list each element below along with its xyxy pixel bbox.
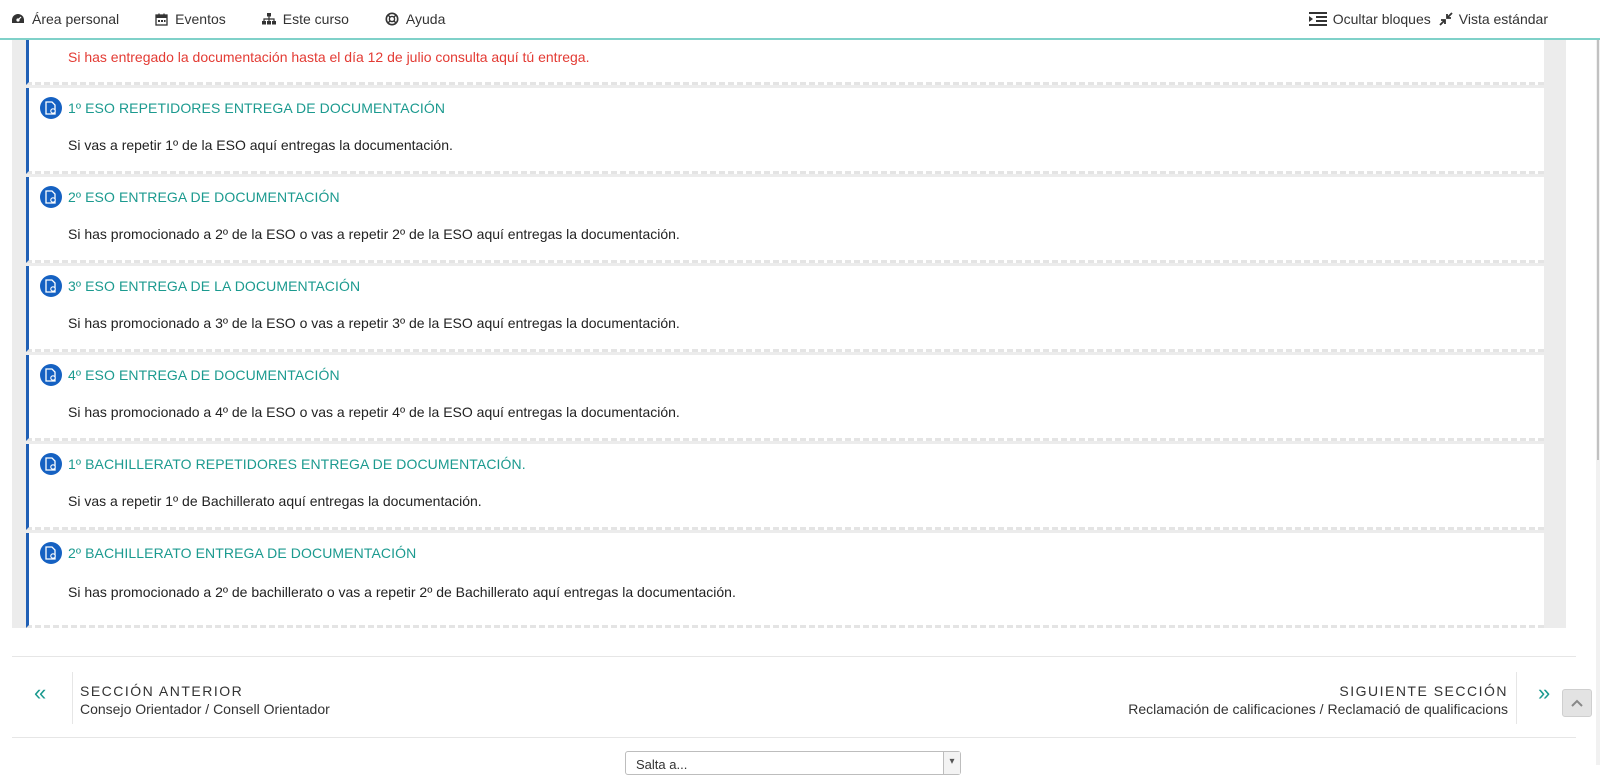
section-gutter — [1544, 40, 1566, 628]
next-section-label: SIGUIENTE SECCIÓN — [1339, 683, 1508, 699]
activity-description: Si has promocionado a 4º de la ESO o vas… — [68, 404, 680, 420]
activity-link[interactable]: 2º ESO ENTREGA DE DOCUMENTACIÓN — [40, 186, 340, 208]
activity-item: 3º ESO ENTREGA DE LA DOCUMENTACIÓN Si ha… — [26, 266, 1544, 352]
activity-item: 1º BACHILLERATO REPETIDORES ENTREGA DE D… — [26, 444, 1544, 530]
activity-title: 2º BACHILLERATO ENTREGA DE DOCUMENTACIÓN — [68, 545, 417, 561]
activity-title: 4º ESO ENTREGA DE DOCUMENTACIÓN — [68, 367, 340, 383]
divider — [1516, 672, 1517, 724]
nav-item-ayuda[interactable]: Ayuda — [385, 11, 445, 27]
nav-item-label: Ayuda — [405, 11, 446, 27]
next-section-arrow-icon[interactable]: » — [1538, 680, 1550, 706]
activity-item: 4º ESO ENTREGA DE DOCUMENTACIÓN Si has p… — [26, 355, 1544, 441]
activity-link[interactable]: 1º ESO REPETIDORES ENTREGA DE DOCUMENTAC… — [40, 97, 445, 119]
standard-view-button[interactable]: Vista estándar — [1439, 11, 1548, 27]
activity-description: Si has promocionado a 2º de la ESO o vas… — [68, 226, 680, 242]
prev-section-arrow-icon[interactable]: « — [34, 680, 46, 706]
page-scrollbar[interactable] — [1596, 0, 1600, 765]
next-section-link[interactable]: Reclamación de calificaciones / Reclamac… — [1128, 701, 1508, 717]
indent-icon — [1308, 12, 1327, 26]
hide-blocks-button[interactable]: Ocultar bloques — [1308, 11, 1431, 27]
lifebuoy-icon — [385, 12, 399, 26]
jump-to-select[interactable]: Salta a... ▾ — [625, 751, 961, 775]
nav-item-este-curso[interactable]: Este curso — [261, 11, 349, 27]
nav-item-eventos[interactable]: Eventos — [155, 11, 226, 27]
activity-description: Si vas a repetir 1º de Bachillerato aquí… — [68, 493, 482, 509]
dashboard-icon — [12, 14, 24, 23]
hide-blocks-label: Ocultar bloques — [1332, 11, 1431, 27]
nav-item-label: Área personal — [32, 11, 120, 27]
assignment-icon — [40, 364, 62, 386]
divider — [72, 672, 73, 724]
sitemap-icon — [261, 13, 276, 25]
back-to-top-button[interactable] — [1562, 689, 1592, 717]
scrollbar-thumb[interactable] — [1597, 0, 1599, 460]
divider — [12, 737, 1576, 738]
activity-link[interactable]: 1º BACHILLERATO REPETIDORES ENTREGA DE D… — [40, 453, 526, 475]
red-note-text: Si has entregado la documentación hasta … — [68, 49, 590, 65]
navbar-menu: Área personal Eventos Este curso Ayuda — [11, 0, 481, 38]
divider — [12, 656, 1576, 657]
standard-view-label: Vista estándar — [1458, 11, 1548, 27]
activity-title: 2º ESO ENTREGA DE DOCUMENTACIÓN — [68, 189, 340, 205]
activity-link[interactable]: 2º BACHILLERATO ENTREGA DE DOCUMENTACIÓN — [40, 542, 416, 564]
assignment-icon — [40, 97, 62, 119]
activity-description: Si has promocionado a 2º de bachillerato… — [68, 584, 736, 600]
nav-item-area-personal[interactable]: Área personal — [11, 11, 119, 27]
activity-description: Si has promocionado a 3º de la ESO o vas… — [68, 315, 680, 331]
nav-item-label: Eventos — [175, 11, 226, 27]
activity-item: 2º ESO ENTREGA DE DOCUMENTACIÓN Si has p… — [26, 177, 1544, 263]
navbar-right: Ocultar bloques Vista estándar — [1301, 0, 1548, 38]
nav-item-label: Este curso — [282, 11, 349, 27]
activity-link[interactable]: 4º ESO ENTREGA DE DOCUMENTACIÓN — [40, 364, 340, 386]
chevron-down-icon: ▾ — [943, 752, 960, 774]
activity-note: Si has entregado la documentación hasta … — [26, 40, 1544, 85]
activity-title: 1º BACHILLERATO REPETIDORES ENTREGA DE D… — [68, 456, 526, 472]
chevron-up-icon — [1571, 699, 1583, 707]
activity-title: 3º ESO ENTREGA DE LA DOCUMENTACIÓN — [68, 278, 361, 294]
activity-description: Si vas a repetir 1º de la ESO aquí entre… — [68, 137, 453, 153]
compress-icon — [1439, 12, 1453, 26]
activity-item: 1º ESO REPETIDORES ENTREGA DE DOCUMENTAC… — [26, 88, 1544, 174]
activity-link[interactable]: 3º ESO ENTREGA DE LA DOCUMENTACIÓN — [40, 275, 360, 297]
activity-title: 1º ESO REPETIDORES ENTREGA DE DOCUMENTAC… — [68, 100, 446, 116]
assignment-icon — [40, 542, 62, 564]
top-navbar: Área personal Eventos Este curso Ayuda O… — [0, 0, 1600, 40]
assignment-icon — [40, 275, 62, 297]
calendar-icon — [155, 13, 168, 26]
activity-item: 2º BACHILLERATO ENTREGA DE DOCUMENTACIÓN… — [26, 533, 1544, 628]
assignment-icon — [40, 453, 62, 475]
assignment-icon — [40, 186, 62, 208]
prev-section-link[interactable]: Consejo Orientador / Consell Orientador — [80, 701, 330, 717]
prev-section-label: SECCIÓN ANTERIOR — [80, 683, 244, 699]
